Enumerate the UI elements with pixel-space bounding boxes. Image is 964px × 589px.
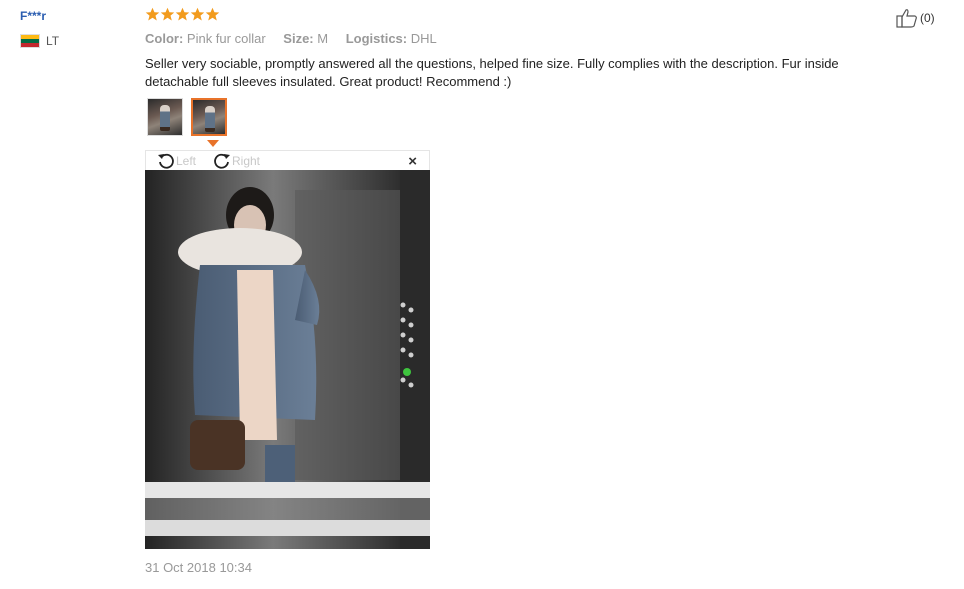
reviewer-name: F***r xyxy=(20,9,47,23)
rotate-right-label: Right xyxy=(232,154,261,168)
active-thumbnail-caret xyxy=(207,140,219,147)
helpful-count: (0) xyxy=(920,11,935,25)
thumbs-up-icon xyxy=(896,9,917,28)
helpful-button[interactable]: (0) xyxy=(896,8,935,28)
review-photo xyxy=(145,170,430,549)
attr-color-value: Pink fur collar xyxy=(186,31,266,46)
star-icon xyxy=(190,7,205,21)
star-icon xyxy=(175,7,190,21)
image-viewer-toolbar: Left Right × xyxy=(145,150,430,170)
country-code: LT xyxy=(46,34,60,48)
star-icon xyxy=(145,7,160,21)
reviewer-country: LT xyxy=(20,34,59,48)
star-icon xyxy=(160,7,175,21)
review-thumbnail-active[interactable] xyxy=(191,98,227,136)
star-icon xyxy=(205,7,220,21)
attr-logistics-value: DHL xyxy=(410,31,437,46)
star-rating xyxy=(145,7,220,22)
attr-size-value: M xyxy=(317,31,329,46)
review-thumbnail[interactable] xyxy=(147,98,183,136)
rotate-right-button[interactable]: Right xyxy=(212,151,260,171)
review-photo-illustration xyxy=(145,170,430,549)
order-attributes: Color: Pink fur collar Size: M Logistics… xyxy=(145,31,451,46)
rotate-right-icon xyxy=(214,153,230,169)
rotate-left-label: Left xyxy=(176,154,197,168)
rotate-left-icon xyxy=(158,153,174,169)
attr-logistics-key: Logistics: xyxy=(345,31,408,46)
review-date: 31 Oct 2018 10:34 xyxy=(145,560,252,575)
rotate-left-button[interactable]: Left xyxy=(156,151,196,171)
attr-size-key: Size: xyxy=(283,31,314,46)
attr-color-key: Color: xyxy=(145,31,184,46)
flag-icon xyxy=(20,34,40,48)
review-text: Seller very sociable, promptly answered … xyxy=(145,56,839,89)
close-viewer-button[interactable]: × xyxy=(408,153,417,170)
review-thumbnails xyxy=(147,98,235,136)
